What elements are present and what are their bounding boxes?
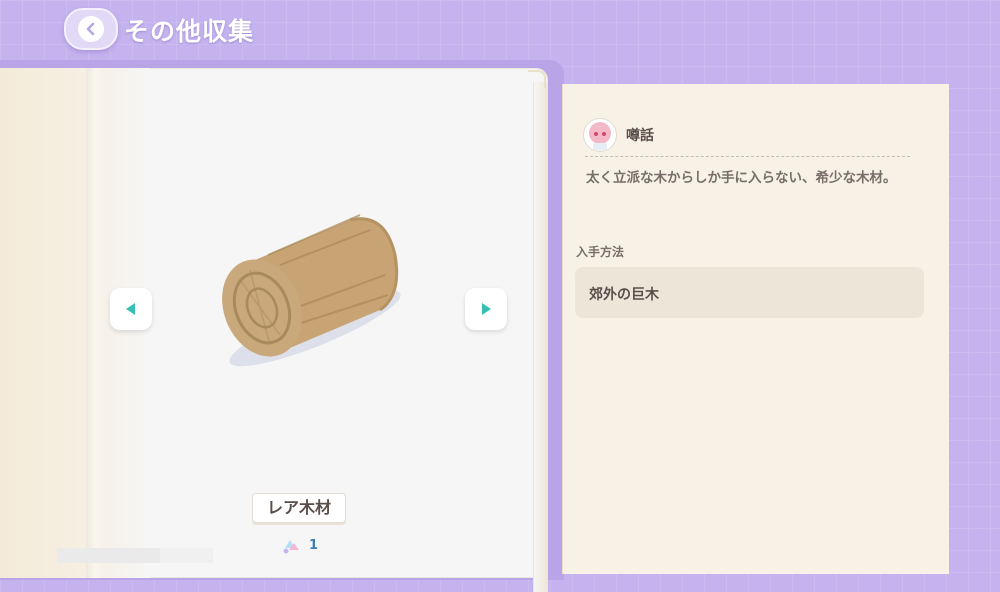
back-arrow-icon [78, 16, 104, 42]
page-edge [533, 82, 548, 592]
wood-log-icon [222, 214, 401, 367]
info-panel [562, 84, 949, 574]
divider [585, 156, 910, 157]
avatar [583, 118, 617, 152]
item-count-value: 1 [309, 537, 319, 553]
acquisition-label: 入手方法 [576, 245, 625, 259]
rumor-label: 噂話 [626, 128, 654, 144]
item-count: 1 [281, 535, 318, 555]
page-title: その他収集 [124, 17, 255, 46]
bottom-strip [57, 548, 213, 563]
prev-item-button[interactable] [110, 288, 152, 330]
rumor-text: 太く立派な木からしか手に入らない、希少な木材。 [586, 170, 897, 186]
acquisition-method: 郊外の巨木 [589, 287, 659, 303]
triangle-left-icon [126, 303, 135, 315]
collection-icon [283, 540, 299, 554]
item-name-label: レア木材 [252, 493, 346, 523]
page-corner-decoration [528, 70, 546, 88]
back-button[interactable] [64, 8, 118, 50]
next-item-button[interactable] [465, 288, 507, 330]
triangle-right-icon [482, 303, 491, 315]
